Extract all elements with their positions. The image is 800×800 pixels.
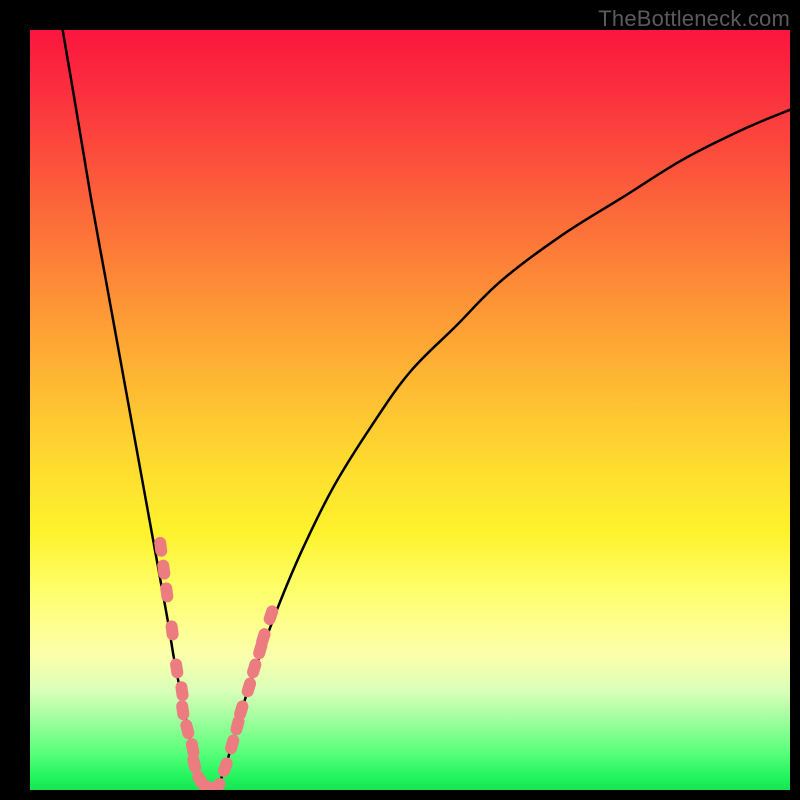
bottleneck-chart-svg <box>30 30 790 790</box>
marker-point <box>240 676 257 699</box>
marker-point <box>246 657 263 680</box>
marker-point <box>179 718 196 740</box>
marker-point <box>169 658 184 680</box>
curve-bottleneck-curve-right <box>217 110 790 790</box>
plot-area <box>30 30 790 790</box>
marker-point <box>165 620 179 641</box>
marker-point <box>224 733 241 756</box>
watermark-text: TheBottleneck.com <box>598 6 790 32</box>
marker-point <box>175 699 190 720</box>
curve-lines <box>63 30 790 790</box>
marker-point <box>175 680 190 702</box>
marker-point <box>159 582 174 603</box>
marker-point <box>216 756 234 779</box>
chart-frame: TheBottleneck.com <box>0 0 800 800</box>
sample-markers <box>153 536 279 790</box>
